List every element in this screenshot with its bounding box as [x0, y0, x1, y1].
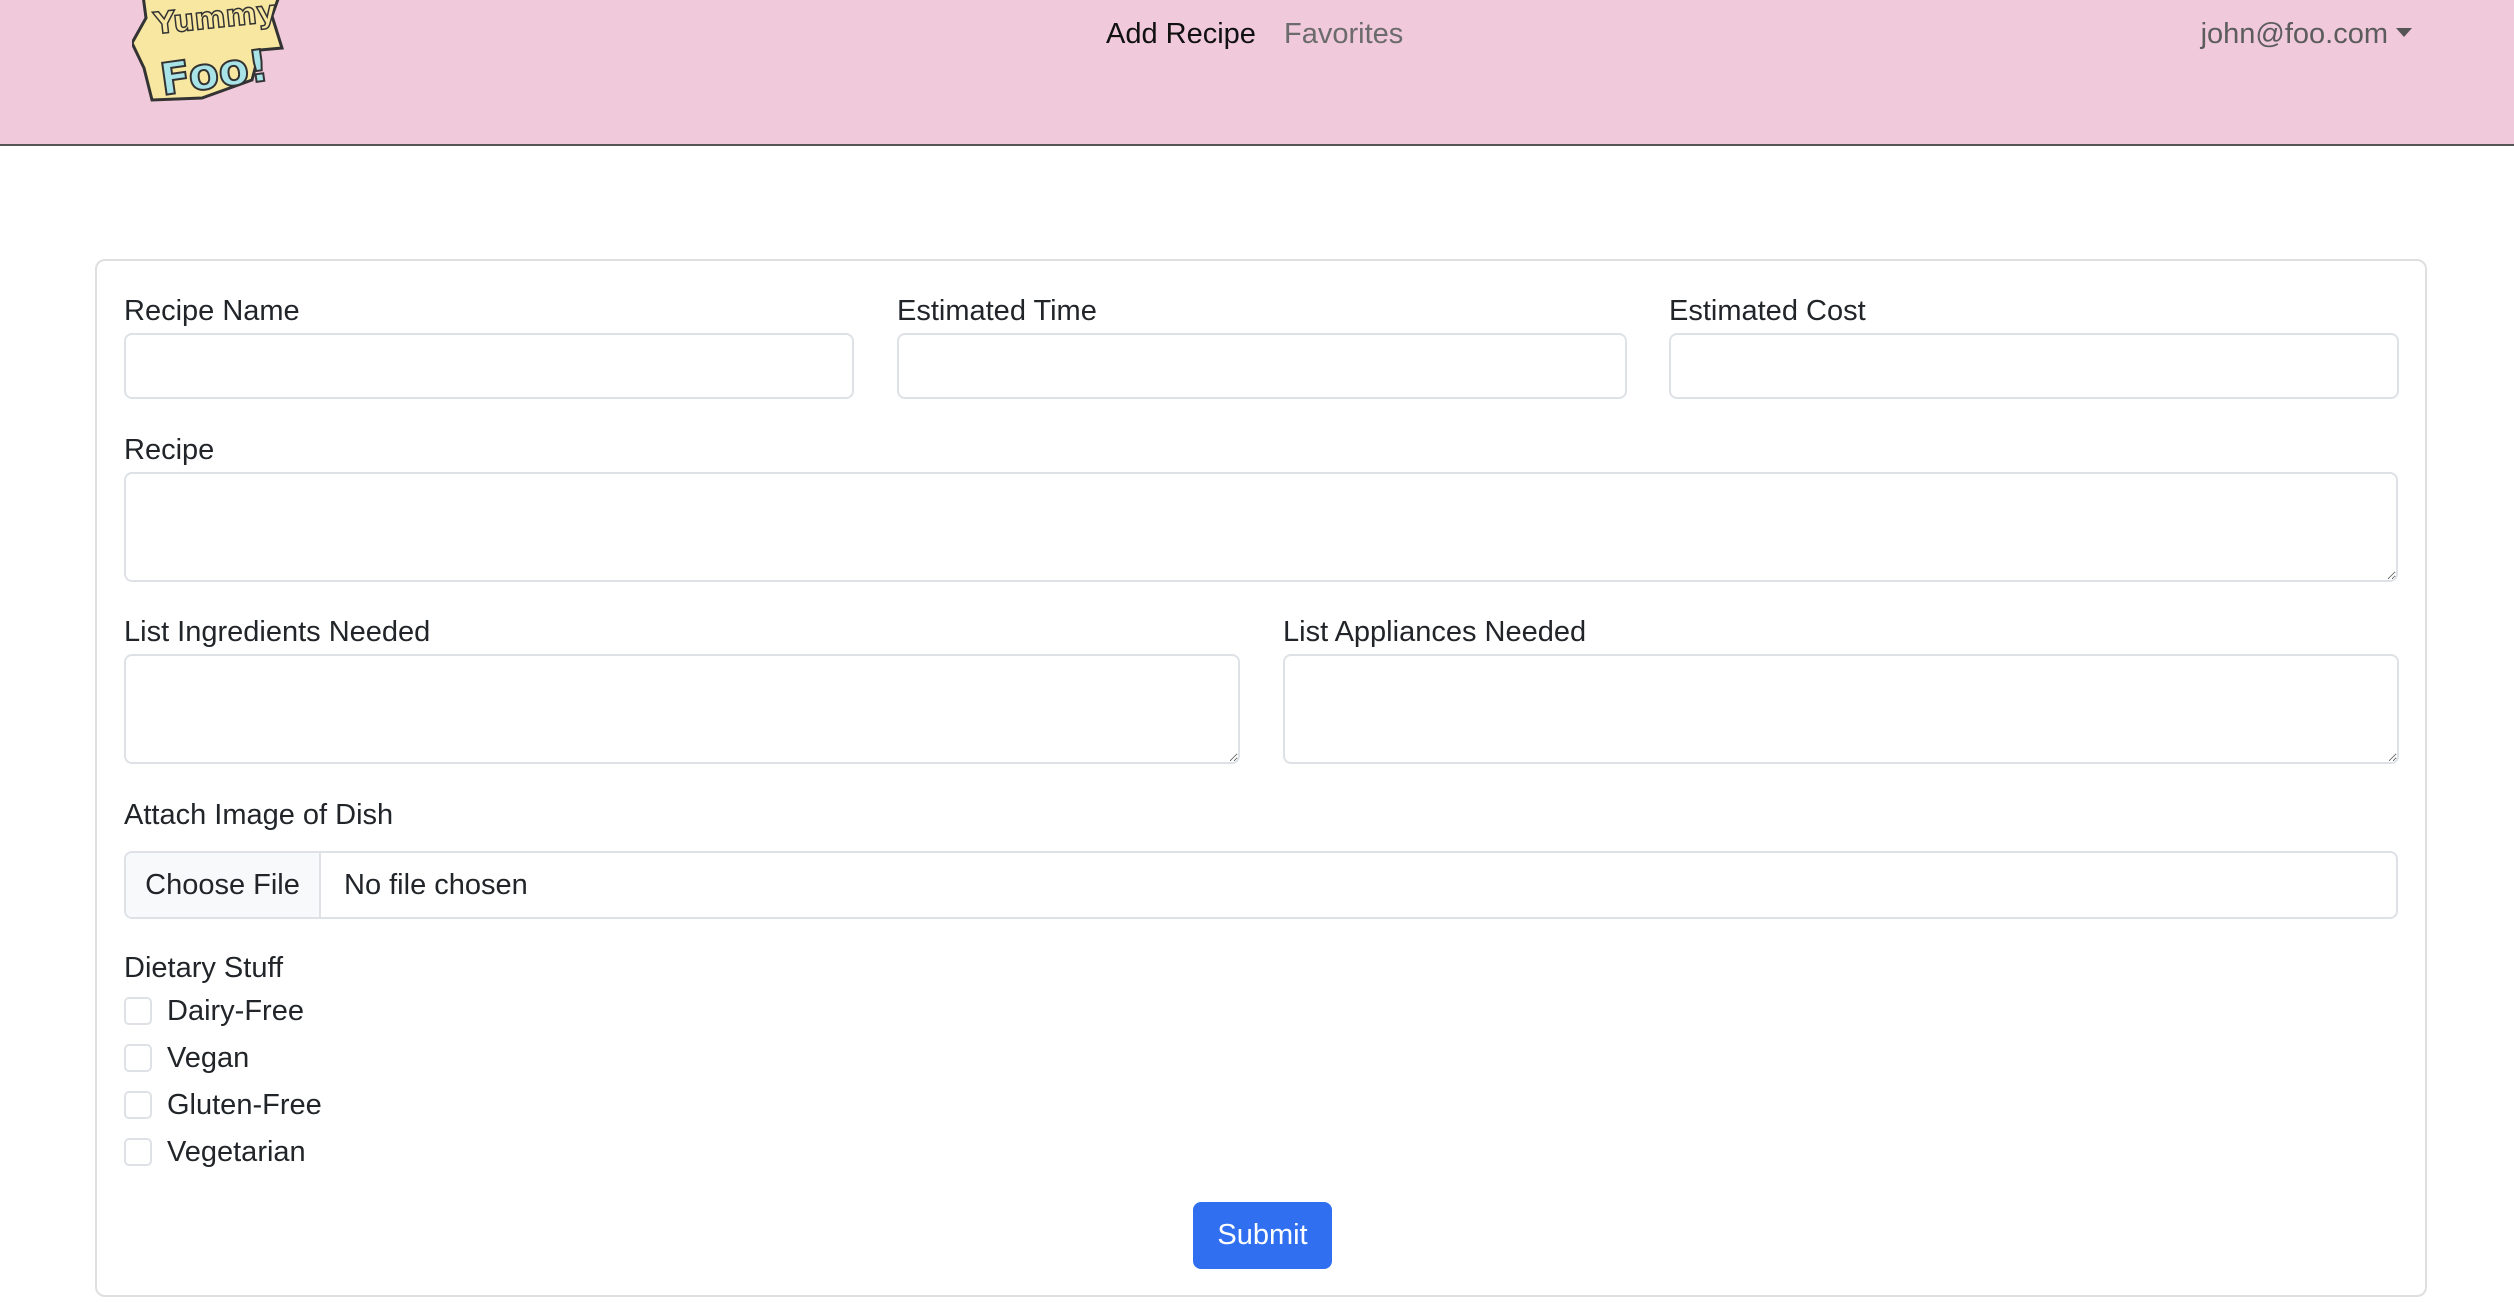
vegan-label[interactable]: Vegan — [167, 1038, 249, 1078]
recipe-label: Recipe — [124, 434, 215, 466]
dairy-free-label[interactable]: Dairy-Free — [167, 991, 304, 1031]
choose-file-button[interactable]: Choose File — [126, 853, 321, 917]
image-file-input[interactable]: Choose File No file chosen — [124, 851, 2398, 919]
user-menu-dropdown[interactable]: john@foo.com — [2201, 14, 2412, 54]
estimated-time-input[interactable] — [897, 333, 1627, 399]
appliances-label: List Appliances Needed — [1283, 616, 1587, 648]
recipe-name-input[interactable] — [124, 333, 854, 399]
ingredients-label: List Ingredients Needed — [124, 616, 431, 648]
ingredients-textarea[interactable] — [124, 654, 1240, 764]
caret-down-icon — [2396, 27, 2412, 37]
estimated-cost-input[interactable] — [1669, 333, 2399, 399]
estimated-cost-label: Estimated Cost — [1669, 295, 1866, 327]
vegan-checkbox[interactable] — [124, 1044, 152, 1072]
file-status-text: No file chosen — [344, 869, 528, 901]
nav-favorites[interactable]: Favorites — [1284, 14, 1403, 54]
dietary-label: Dietary Stuff — [124, 952, 284, 984]
vegetarian-checkbox[interactable] — [124, 1138, 152, 1166]
appliances-textarea[interactable] — [1283, 654, 2399, 764]
add-recipe-form: Recipe Name Estimated Time Estimated Cos… — [95, 259, 2427, 1297]
vegetarian-label[interactable]: Vegetarian — [167, 1132, 306, 1172]
nav-add-recipe[interactable]: Add Recipe — [1106, 14, 1256, 54]
user-email: john@foo.com — [2200, 18, 2388, 50]
recipe-name-label: Recipe Name — [124, 295, 300, 327]
gluten-free-label[interactable]: Gluten-Free — [167, 1085, 322, 1125]
submit-button[interactable]: Submit — [1193, 1202, 1332, 1269]
top-navbar: Yummy Foo! Add Recipe Favorites john@foo… — [0, 0, 2514, 146]
recipe-textarea[interactable] — [124, 472, 2398, 582]
estimated-time-label: Estimated Time — [897, 295, 1097, 327]
yummy-foo-logo[interactable]: Yummy Foo! — [132, 0, 292, 118]
dairy-free-checkbox[interactable] — [124, 997, 152, 1025]
attach-image-label: Attach Image of Dish — [124, 799, 394, 831]
gluten-free-checkbox[interactable] — [124, 1091, 152, 1119]
